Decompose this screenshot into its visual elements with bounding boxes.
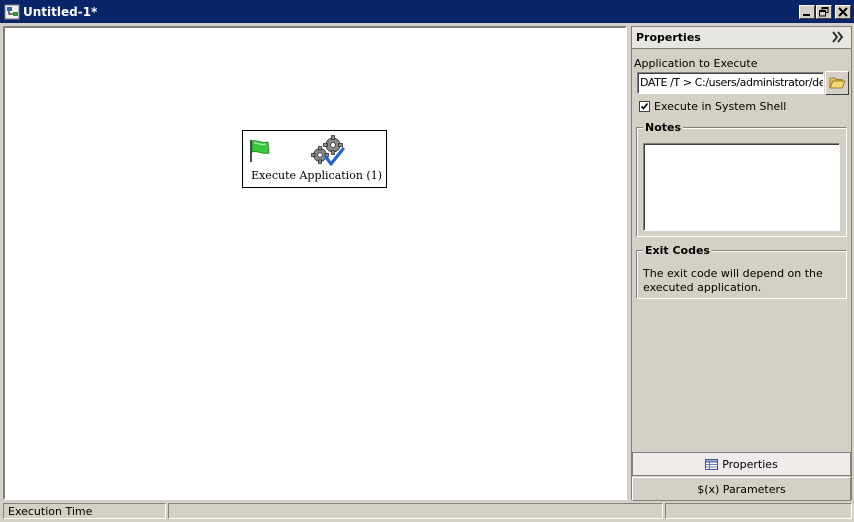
minimize-button[interactable] <box>799 5 815 19</box>
collapse-panel-icon[interactable] <box>831 30 845 44</box>
tab-properties-label: Properties <box>722 458 778 471</box>
properties-grid-icon <box>705 459 719 470</box>
exit-codes-description: The exit code will depend on the execute… <box>643 267 823 294</box>
notes-group: Notes <box>636 121 847 237</box>
execute-in-system-shell-checkbox[interactable] <box>639 101 650 112</box>
tab-parameters[interactable]: $(x) Parameters <box>632 477 851 501</box>
green-flag-icon <box>250 140 270 162</box>
checkmark-icon <box>640 103 649 110</box>
close-icon <box>838 7 848 17</box>
execute-application-node[interactable]: Execute Application (1) <box>242 130 387 188</box>
exit-codes-title: Exit Codes <box>643 244 712 257</box>
browse-button[interactable] <box>825 71 849 95</box>
node-label: Execute Application (1) <box>251 169 382 182</box>
app-icon <box>4 4 20 20</box>
exit-codes-group: Exit Codes The exit code will depend on … <box>636 244 847 299</box>
application-to-execute-label: Application to Execute <box>634 57 758 70</box>
application-to-execute-input[interactable]: DATE /T > C:/users/administrator/desktop <box>637 72 824 94</box>
close-button[interactable] <box>835 5 851 19</box>
notes-title: Notes <box>643 121 684 134</box>
notes-textarea[interactable] <box>643 143 840 231</box>
gears-check-icon <box>311 135 345 166</box>
tab-properties[interactable]: Properties <box>632 452 851 476</box>
properties-header: Properties <box>632 27 851 49</box>
restore-icon <box>819 7 829 17</box>
minimize-icon <box>803 14 810 16</box>
window-title: Untitled-1* <box>23 5 98 19</box>
tab-parameters-label: $(x) Parameters <box>697 483 786 496</box>
properties-panel: Properties Application to Execute DATE /… <box>631 26 852 501</box>
status-cell-middle <box>168 503 663 519</box>
title-bar: Untitled-1* <box>0 0 854 25</box>
status-bar: Execution Time <box>0 503 854 522</box>
execute-in-system-shell-label: Execute in System Shell <box>654 100 787 113</box>
restore-button[interactable] <box>816 5 832 19</box>
folder-open-icon <box>829 77 846 89</box>
status-execution-time: Execution Time <box>3 503 166 519</box>
workflow-canvas[interactable]: Execute Application (1) <box>3 26 627 500</box>
status-cell-right <box>665 503 852 519</box>
properties-title: Properties <box>636 31 701 44</box>
